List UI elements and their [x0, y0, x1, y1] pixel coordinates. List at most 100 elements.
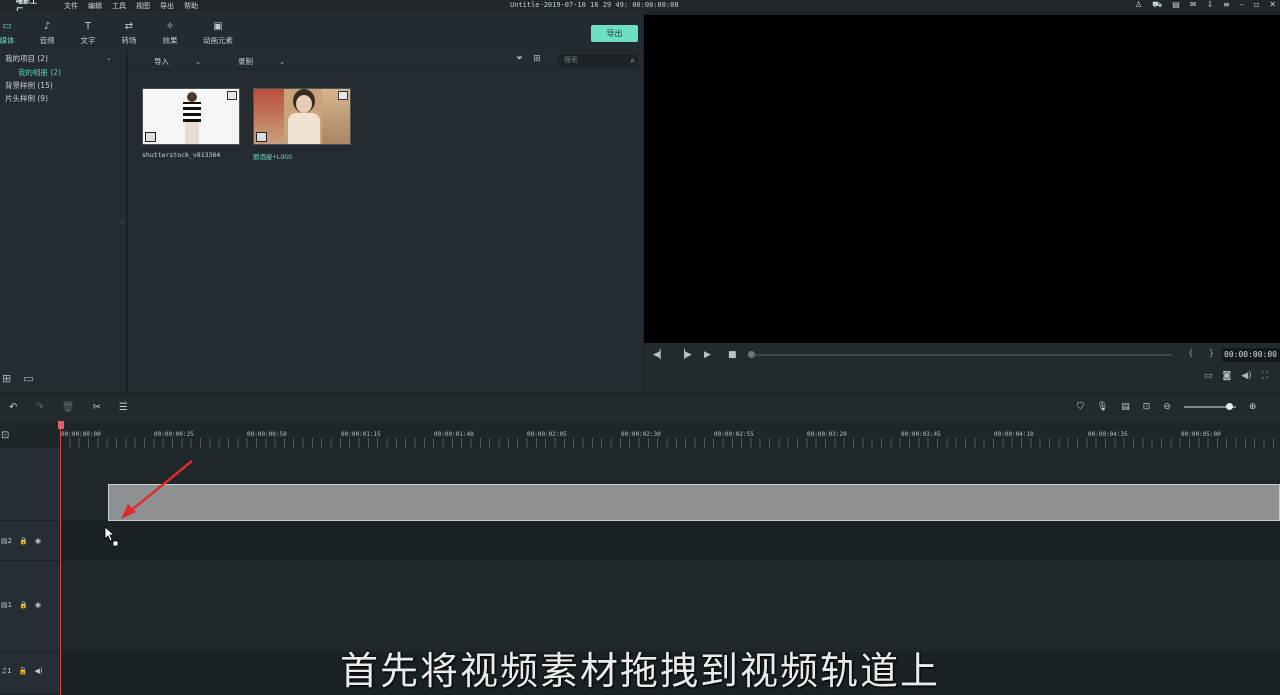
camera-icon[interactable]: ◙ — [1223, 371, 1232, 381]
menu-tools[interactable]: 工具 — [112, 1, 126, 11]
download-icon[interactable]: ⇩ — [1206, 0, 1213, 10]
import-dropdown[interactable]: 导入 ⌄ — [154, 56, 201, 67]
search-icon[interactable]: ⌕ — [631, 54, 635, 67]
library-item-intros[interactable]: 片头样例 (9) — [5, 93, 48, 104]
scrubber-handle[interactable] — [748, 351, 755, 358]
folder-icon: ▭ — [2, 21, 12, 32]
menu-file[interactable]: 文件 — [64, 1, 78, 11]
maximize-icon[interactable]: ▫ — [1254, 0, 1259, 10]
microphone-icon[interactable]: 🎙 — [1097, 402, 1108, 412]
redo-icon[interactable]: ↷ — [35, 402, 43, 413]
tab-text[interactable]: T 文字 — [70, 21, 106, 46]
tab-label: 动画元素 — [203, 36, 233, 45]
media-thumbnail[interactable] — [253, 88, 351, 145]
tab-effects[interactable]: ✧ 效果 — [152, 21, 188, 46]
cart-icon[interactable]: ⛟ — [1152, 0, 1162, 10]
close-icon[interactable]: ✕ — [1269, 0, 1276, 10]
library-panel: 我的项目 (2) ⌄ 我的相册 (2) 背景样例 (15) 片头样例 (9) ‹… — [0, 50, 127, 392]
playback-scrubber[interactable] — [752, 354, 1172, 356]
preview-tools: ▭ ◙ ◀) ⛶ — [1204, 371, 1268, 381]
chevron-down-icon[interactable]: ⌄ — [106, 54, 112, 62]
menu-edit[interactable]: 编辑 — [88, 1, 102, 11]
minimize-icon[interactable]: – — [1240, 0, 1244, 10]
timeline-tools: ⛉ 🎙 ▤ ⊡ ⊖ ⊕ — [1077, 402, 1256, 412]
zoom-out-icon[interactable]: ⊖ — [1163, 402, 1171, 412]
step-forward-icon[interactable]: ▕▶ — [678, 350, 692, 360]
record-dropdown[interactable]: 录制 ⌄ — [238, 56, 285, 67]
add-clip-icon[interactable] — [256, 132, 267, 142]
tab-label: 音频 — [39, 36, 55, 45]
volume-icon[interactable]: ◀) — [1241, 371, 1251, 381]
tab-transition[interactable]: ⇄ 转场 — [111, 21, 147, 46]
export-button[interactable]: 导出 — [591, 25, 638, 42]
fullscreen-icon[interactable]: ⛶ — [1262, 371, 1268, 381]
cut-icon[interactable]: ✂ — [92, 402, 100, 413]
title-bar: 喵影工厂 文件 编辑 工具 视图 导出 帮助 Untitle-2019-07-1… — [0, 0, 1280, 15]
video-type-icon — [227, 91, 237, 100]
tab-elements[interactable]: ▣ 动画元素 — [198, 21, 238, 46]
search-input[interactable]: 搜索 ⌕ — [558, 54, 638, 67]
mail-icon[interactable]: ✉ — [1190, 0, 1197, 10]
ruler-label: 00:00:01:40 — [434, 431, 474, 438]
add-clip-icon[interactable] — [145, 132, 156, 142]
media-thumbnail-label: shutterstock_v813364 — [142, 151, 221, 159]
filter-icon[interactable]: ⏷ — [516, 54, 523, 64]
ruler-label: 00:00:05:00 — [1181, 431, 1221, 438]
marker-icon[interactable]: ⛉ — [1077, 402, 1084, 412]
timeline-ruler[interactable]: ⊡ 00:00:00:00 00:00:00:25 00:00:00:50 00… — [0, 422, 1280, 448]
lock-icon[interactable]: 🔒 — [19, 601, 28, 609]
eye-icon[interactable]: ◉ — [35, 537, 41, 545]
video-track-2[interactable]: ▤2 🔒 ◉ — [0, 521, 1280, 561]
track-lane[interactable] — [60, 521, 1280, 561]
menu-help[interactable]: 帮助 — [184, 1, 198, 11]
search-placeholder: 搜索 — [564, 56, 578, 64]
adjust-icon[interactable]: ☰ — [119, 402, 128, 413]
track-header: ▤2 🔒 ◉ — [0, 521, 60, 561]
media-browser: 导入 ⌄ 录制 ⌄ ⏷ ⊞ 搜索 ⌕ shutterstock_v813364 丽酒… — [128, 50, 643, 392]
collapse-handle-icon[interactable]: ‹ — [121, 218, 124, 226]
music-note-icon: ♪ — [43, 21, 51, 32]
ruler-label: 00:00:04:10 — [994, 431, 1034, 438]
zoom-slider-handle[interactable] — [1225, 403, 1233, 410]
playhead-handle[interactable] — [58, 421, 64, 429]
tab-media[interactable]: ▭ 媒体 — [0, 21, 25, 46]
library-item-my-album[interactable]: 我的相册 (2) — [18, 67, 61, 78]
ruler-label: 00:00:02:55 — [714, 431, 754, 438]
menu-lines-icon[interactable]: ≡ — [1223, 0, 1230, 10]
media-toolbar: ▭ 媒体 ♪ 音频 T 文字 ⇄ 转场 ✧ 效果 ▣ 动画元素 导出 — [0, 11, 643, 50]
transition-icon: ⇄ — [124, 21, 134, 32]
menu-view[interactable]: 视图 — [136, 1, 150, 11]
grid-view-icon[interactable]: ⊞ — [533, 54, 541, 64]
menu-export[interactable]: 导出 — [160, 1, 174, 11]
tab-audio[interactable]: ♪ 音频 — [29, 21, 65, 46]
text-icon: T — [84, 21, 92, 32]
stop-icon[interactable]: ■ — [728, 350, 737, 360]
app-logo: 喵影工厂 — [16, 0, 37, 15]
zoom-slider[interactable] — [1183, 403, 1236, 410]
add-track-icon[interactable]: ⊡ — [1, 430, 9, 441]
voiceover-icon[interactable]: ▤ — [1121, 402, 1130, 412]
new-folder-icon[interactable]: ⊞ — [2, 372, 11, 385]
zoom-in-icon[interactable]: ⊕ — [1249, 402, 1257, 412]
step-back-icon[interactable]: ◀▏ — [653, 350, 667, 360]
save-icon[interactable]: ▤ — [1172, 0, 1180, 10]
window-controls: ♙ ⛟ ▤ ✉ ⇩ ≡ – ▫ ✕ — [1135, 0, 1276, 10]
display-icon[interactable]: ▭ — [1204, 371, 1213, 381]
thumbnail-image — [181, 92, 203, 144]
effects-icon: ✧ — [165, 21, 175, 32]
media-thumbnail[interactable] — [142, 88, 240, 145]
delete-icon[interactable]: 🗑 — [62, 402, 75, 413]
mark-in-out[interactable]: { } — [1188, 349, 1220, 359]
eye-icon[interactable]: ◉ — [35, 601, 41, 609]
fit-icon[interactable]: ⊡ — [1143, 402, 1151, 412]
folder-icon[interactable]: ▭ — [23, 372, 33, 385]
library-item-backgrounds[interactable]: 背景样例 (15) — [5, 80, 53, 91]
play-icon[interactable]: ▶ — [704, 350, 711, 360]
track-header — [0, 448, 60, 521]
undo-icon[interactable]: ↶ — [9, 402, 17, 413]
lock-icon[interactable]: 🔒 — [19, 537, 28, 545]
ruler-label: 00:00:01:15 — [341, 431, 381, 438]
library-item-my-projects[interactable]: 我的项目 (2) — [5, 53, 48, 64]
dragged-clip-placeholder[interactable] — [108, 484, 1280, 521]
account-icon[interactable]: ♙ — [1135, 0, 1142, 10]
